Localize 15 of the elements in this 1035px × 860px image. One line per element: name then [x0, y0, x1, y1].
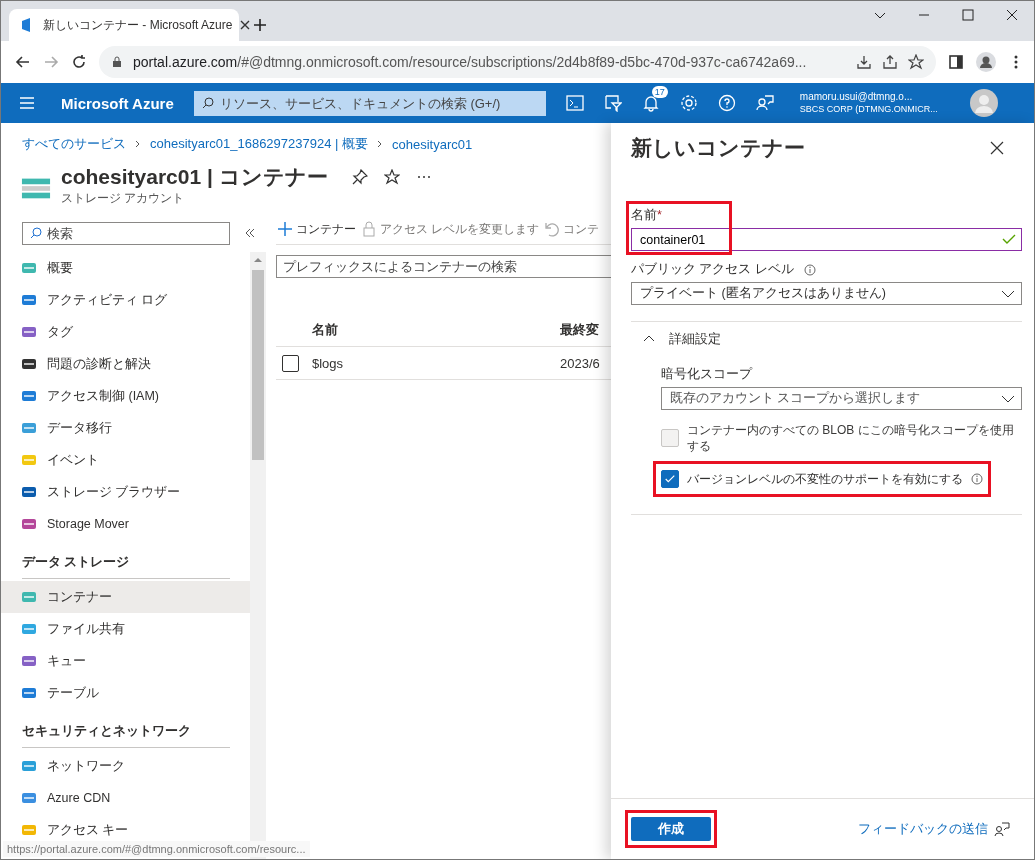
field-label: 暗号化スコープ: [661, 366, 754, 383]
checkbox-label: バージョンレベルの不変性のサポートを有効にする: [687, 471, 963, 487]
page-subtitle: ストレージ アカウント: [61, 191, 186, 206]
notification-count: 17: [651, 86, 668, 98]
section-heading: データ ストレージ: [22, 546, 230, 579]
table-cell-text: $logs: [312, 355, 345, 371]
field-label: 名前*: [631, 207, 663, 224]
section-heading: セキュリティとネットワーク: [22, 715, 230, 748]
field-label: パブリック アクセス レベル: [631, 261, 794, 278]
page-title: cohesityarc01 | コンテナー: [61, 164, 328, 190]
checkbox-label: コンテナー内のすべての BLOB にこの暗号化スコープを使用する: [687, 422, 1015, 454]
tab-title: 新しいコンテナー - Microsoft Azure: [43, 16, 233, 34]
panel-title: 新しいコンテナー: [631, 135, 806, 161]
table-cell-text: 2023/6: [560, 355, 601, 371]
status-url-tooltip: https://portal.azure.com/#@dtmng.onmicrosoft.com/resourc...: [3, 841, 310, 857]
